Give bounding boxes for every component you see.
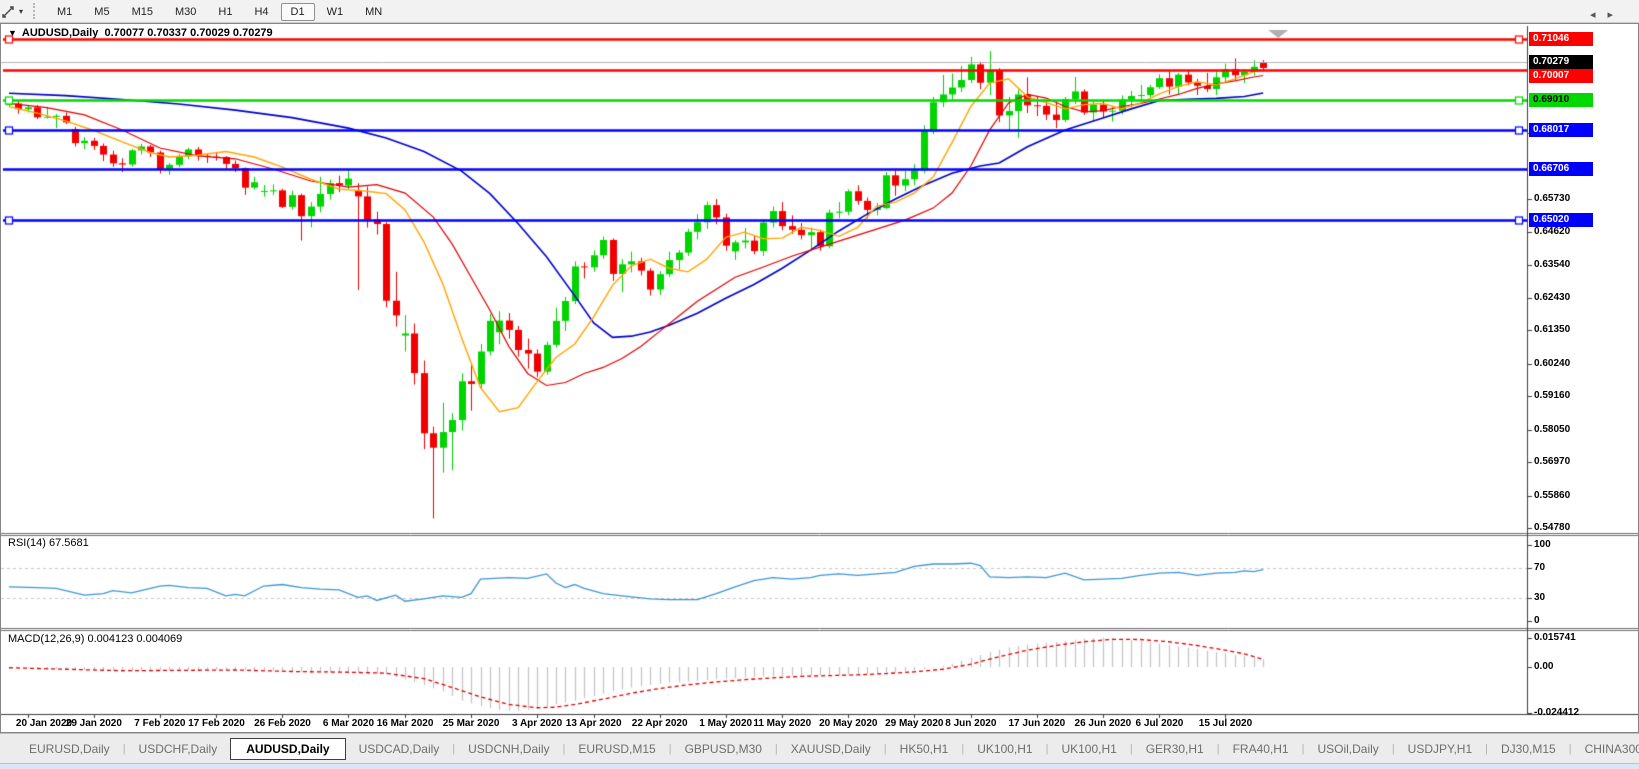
price-badge: 0.65020: [1529, 213, 1593, 227]
bottom-status-strip: [0, 763, 1639, 769]
timeframe-button-m1[interactable]: M1: [47, 3, 82, 21]
price-tick-label: 0.54780: [1534, 522, 1570, 533]
timeframe-button-m30[interactable]: M30: [165, 3, 206, 21]
timeframe-button-mn[interactable]: MN: [355, 3, 392, 21]
chart-tab-usdcad-daily[interactable]: USDCAD,Daily: [346, 738, 453, 760]
price-tick-label: 0.58050: [1534, 424, 1570, 435]
price-tick-label: 0.62430: [1534, 292, 1570, 303]
macd-indicator-label: MACD(12,26,9) 0.004123 0.004069: [8, 633, 182, 645]
chart-tab-gbpusd-m30[interactable]: GBPUSD,M30: [672, 738, 775, 760]
chart-tab-usdjpy-h1[interactable]: USDJPY,H1: [1395, 738, 1485, 760]
price-tick-label: 0.60240: [1534, 358, 1570, 369]
rsi-tick-label: 30: [1534, 592, 1545, 603]
chart-title: ▼ AUDUSD,Daily 0.70077 0.70337 0.70029 0.…: [8, 27, 273, 39]
price-badge: 0.66706: [1529, 162, 1593, 176]
chart-tab-xauusd-daily[interactable]: XAUUSD,Daily: [778, 738, 884, 760]
price-tick-label: 0.64620: [1534, 226, 1570, 237]
chevron-down-icon[interactable]: ▾: [19, 7, 23, 16]
rsi-tick-label: 0: [1534, 615, 1540, 626]
macd-tick-label: -0.024412: [1534, 707, 1579, 718]
chart-ohlc-values: 0.70077 0.70337 0.70029 0.70279: [104, 27, 272, 39]
chart-tab-uk100-h1[interactable]: UK100,H1: [964, 738, 1045, 760]
price-tick-label: 0.63540: [1534, 259, 1570, 270]
timeframe-button-h4[interactable]: H4: [244, 3, 278, 21]
chart-symbol-label: AUDUSD,Daily: [22, 27, 98, 39]
macd-tick-label: 0.00: [1534, 661, 1553, 672]
chart-canvas[interactable]: [1, 24, 1638, 732]
price-badge: 0.70007: [1529, 69, 1593, 83]
price-tick-label: 0.55860: [1534, 490, 1570, 501]
price-badge: 0.69010: [1529, 93, 1593, 107]
macd-tick-label: 0.015741: [1534, 632, 1576, 643]
price-badge: 0.71046: [1529, 32, 1593, 46]
rsi-tick-label: 100: [1534, 539, 1551, 550]
toolbar-grip-handle[interactable]: [33, 3, 40, 19]
chart-tab-fra40-h1[interactable]: FRA40,H1: [1220, 738, 1302, 760]
chart-tab-eurusd-daily[interactable]: EURUSD,Daily: [16, 738, 123, 760]
timeframe-button-m15[interactable]: M15: [122, 3, 163, 21]
price-tick-label: 0.65730: [1534, 193, 1570, 204]
date-axis-label: 15 Jul 2020: [1183, 718, 1267, 729]
price-tick-label: 0.56970: [1534, 456, 1570, 467]
chart-tab-china300-h4[interactable]: CHINA300,H4: [1572, 738, 1639, 760]
timeframe-button-d1[interactable]: D1: [281, 3, 315, 21]
price-tick-label: 0.59160: [1534, 390, 1570, 401]
top-toolbar: ▾ M1M5M15M30H1H4D1W1MN: [0, 0, 1639, 23]
chart-tab-usdcnh-daily[interactable]: USDCNH,Daily: [455, 738, 562, 760]
chart-window: ▼ AUDUSD,Daily 0.70077 0.70337 0.70029 0.…: [0, 23, 1639, 733]
chart-tab-usoil-daily[interactable]: USOil,Daily: [1304, 738, 1391, 760]
price-badge: 0.70279: [1529, 55, 1593, 69]
chart-menu-icon[interactable]: ▼: [8, 28, 17, 38]
price-badge: 0.68017: [1529, 123, 1593, 137]
price-tick-label: 0.61350: [1534, 324, 1570, 335]
chart-tab-hk50-h1[interactable]: HK50,H1: [887, 738, 962, 760]
timeframe-button-m5[interactable]: M5: [84, 3, 119, 21]
drawing-tool-icon[interactable]: [2, 4, 17, 19]
timeframe-button-w1[interactable]: W1: [317, 3, 354, 21]
chart-tab-audusd-daily[interactable]: AUDUSD,Daily: [230, 738, 345, 760]
rsi-tick-label: 70: [1534, 562, 1545, 573]
timeframe-button-group: M1M5M15M30H1H4D1W1MN: [46, 2, 393, 20]
chart-tab-ger30-h1[interactable]: GER30,H1: [1133, 738, 1217, 760]
timeframe-button-h1[interactable]: H1: [208, 3, 242, 21]
tab-scroll-arrows: ◂▸: [1590, 8, 1625, 21]
terminal-root: { "toolbar": { "timeframes": ["M1","M5",…: [0, 0, 1639, 769]
chart-tab-dj30-m15[interactable]: DJ30,M15: [1488, 738, 1569, 760]
chart-tab-usdchf-daily[interactable]: USDCHF,Daily: [126, 738, 231, 760]
chart-tab-eurusd-m15[interactable]: EURUSD,M15: [565, 738, 668, 760]
chart-tab-bar: EURUSD,Daily|USDCHF,DailyAUDUSD,DailyUSD…: [0, 733, 1639, 763]
tab-scroll-right-icon[interactable]: ▸: [1607, 9, 1625, 21]
tab-scroll-left-icon[interactable]: ◂: [1590, 9, 1608, 21]
chart-tab-uk100-h1[interactable]: UK100,H1: [1048, 738, 1129, 760]
rsi-indicator-label: RSI(14) 67.5681: [8, 537, 89, 549]
